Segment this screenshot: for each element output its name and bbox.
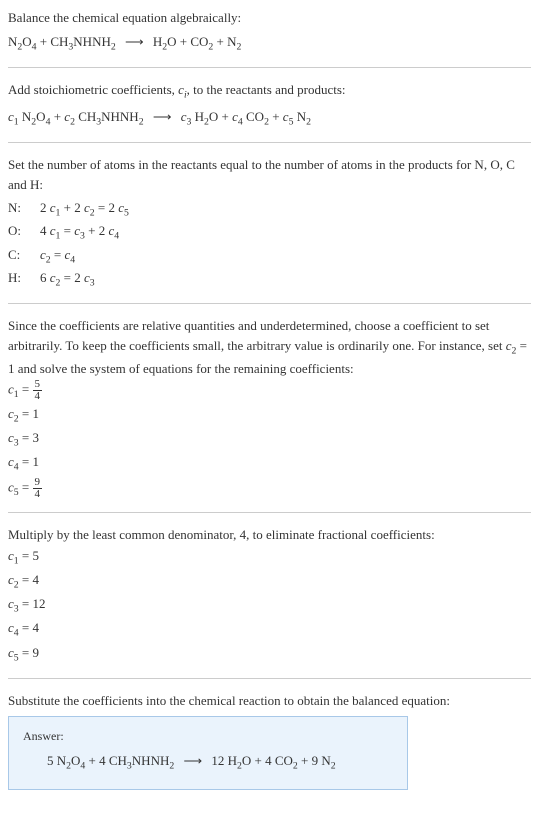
atom-eq: 6 c2 = 2 c3 — [40, 268, 531, 291]
step2-section: Set the number of atoms in the reactants… — [8, 155, 531, 291]
atom-table: N: 2 c1 + 2 c2 = 2 c5 O: 4 c1 = c3 + 2 c… — [8, 198, 531, 291]
coeff-c4: c4 = 1 — [8, 452, 531, 475]
step4-section: Multiply by the least common denominator… — [8, 525, 531, 666]
step2-text: Set the number of atoms in the reactants… — [8, 155, 531, 194]
divider — [8, 67, 531, 68]
atom-eq: 4 c1 = c3 + 2 c4 — [40, 221, 531, 244]
step1-section: Add stoichiometric coefficients, ci, to … — [8, 80, 531, 130]
coeff-c1: c1 = 54 — [8, 379, 531, 403]
answer-box: Answer: 5 N2O4 + 4 CH3NHNH2 ⟶ 12 H2O + 4… — [8, 716, 408, 789]
coeff-c3: c3 = 3 — [8, 428, 531, 451]
step3-section: Since the coefficients are relative quan… — [8, 316, 531, 500]
atom-row-o: O: 4 c1 = c3 + 2 c4 — [8, 221, 531, 244]
answer-equation: 5 N2O4 + 4 CH3NHNH2 ⟶ 12 H2O + 4 CO2 + 9… — [23, 751, 393, 774]
atom-label: C: — [8, 245, 40, 268]
coeff-c1-int: c1 = 5 — [8, 546, 531, 569]
intro-equation: N2O4 + CH3NHNH2 ⟶ H2O + CO2 + N2 — [8, 32, 531, 55]
atom-eq: 2 c1 + 2 c2 = 2 c5 — [40, 198, 531, 221]
coeff-c4-int: c4 = 4 — [8, 618, 531, 641]
atom-row-c: C: c2 = c4 — [8, 245, 531, 268]
intro-title: Balance the chemical equation algebraica… — [8, 8, 531, 28]
atom-label: N: — [8, 198, 40, 221]
step1-equation: c1 N2O4 + c2 CH3NHNH2 ⟶ c3 H2O + c4 CO2 … — [8, 107, 531, 130]
divider — [8, 678, 531, 679]
atom-row-n: N: 2 c1 + 2 c2 = 2 c5 — [8, 198, 531, 221]
final-text: Substitute the coefficients into the che… — [8, 691, 531, 711]
coeff-c3-int: c3 = 12 — [8, 594, 531, 617]
atom-label: H: — [8, 268, 40, 291]
step3-text: Since the coefficients are relative quan… — [8, 316, 531, 378]
coeff-c2-int: c2 = 4 — [8, 570, 531, 593]
step4-text: Multiply by the least common denominator… — [8, 525, 531, 545]
atom-label: O: — [8, 221, 40, 244]
coeff-c5: c5 = 94 — [8, 477, 531, 501]
atom-eq: c2 = c4 — [40, 245, 531, 268]
divider — [8, 142, 531, 143]
step1-text: Add stoichiometric coefficients, ci, to … — [8, 80, 531, 103]
intro-section: Balance the chemical equation algebraica… — [8, 8, 531, 55]
divider — [8, 303, 531, 304]
divider — [8, 512, 531, 513]
answer-label: Answer: — [23, 727, 393, 745]
coeff-c5-int: c5 = 9 — [8, 643, 531, 666]
atom-row-h: H: 6 c2 = 2 c3 — [8, 268, 531, 291]
final-section: Substitute the coefficients into the che… — [8, 691, 531, 790]
coeff-c2: c2 = 1 — [8, 404, 531, 427]
